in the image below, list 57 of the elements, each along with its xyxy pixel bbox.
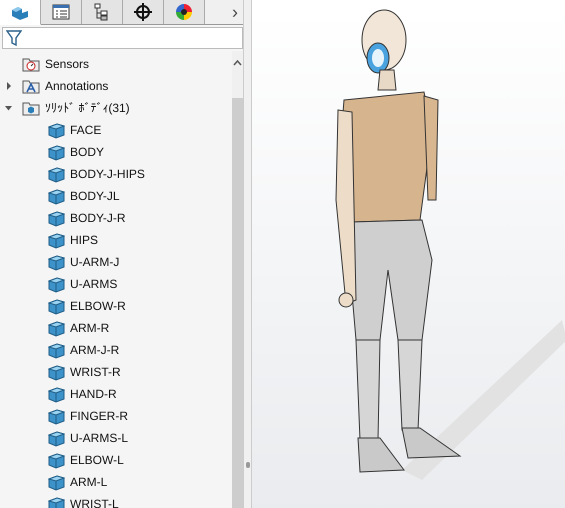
- tree-item[interactable]: ARM-L: [70, 475, 108, 489]
- tree-item[interactable]: ELBOW-R: [70, 299, 126, 313]
- tree-item[interactable]: BODY-JL: [70, 189, 120, 203]
- tree-item[interactable]: U-ARMS: [70, 277, 118, 291]
- tree-item[interactable]: BODY-J-HIPS: [70, 167, 145, 181]
- scrollbar[interactable]: [232, 51, 243, 508]
- panel-tab[interactable]: [41, 0, 82, 24]
- tree-item[interactable]: WRIST-L: [70, 497, 119, 508]
- filter-icon: [6, 29, 22, 47]
- appearance-ball-icon: [175, 3, 193, 21]
- solid-body-icon: [48, 210, 65, 226]
- tree-item[interactable]: ｿﾘｯﾄﾞ ﾎﾞﾃﾞｨ(31): [45, 101, 130, 115]
- expand-arrow-icon[interactable]: [5, 104, 13, 112]
- sensor-folder-icon: [22, 56, 40, 72]
- tree-item[interactable]: HAND-R: [70, 387, 117, 401]
- tree-item[interactable]: WRIST-R: [70, 365, 121, 379]
- solid-body-icon: [48, 496, 65, 508]
- tree-item[interactable]: HIPS: [70, 233, 98, 247]
- tree-item[interactable]: ARM-J-R: [70, 343, 120, 357]
- panel-tab[interactable]: [123, 0, 164, 24]
- tree-item[interactable]: Sensors: [45, 57, 90, 71]
- scroll-tabs-button[interactable]: ›: [227, 0, 243, 24]
- solid-body-icon: [48, 452, 65, 468]
- tree-item[interactable]: BODY-J-R: [70, 211, 126, 225]
- solid-body-icon: [48, 144, 65, 160]
- tree-item[interactable]: U-ARM-J: [70, 255, 120, 269]
- tree-item[interactable]: FACE: [70, 123, 102, 137]
- solid-body-icon: [48, 386, 65, 402]
- solid-body-icon: [48, 430, 65, 446]
- solid-body-icon: [48, 254, 65, 270]
- property-list-icon: [52, 4, 70, 20]
- configuration-tree-icon: [94, 3, 110, 21]
- solid-body-icon: [48, 320, 65, 336]
- panel-tab[interactable]: [164, 0, 205, 24]
- panel-tab[interactable]: [82, 0, 123, 24]
- expand-arrow-icon[interactable]: [5, 82, 13, 90]
- tree-item[interactable]: ARM-R: [70, 321, 110, 335]
- solid-body-icon: [48, 298, 65, 314]
- solid-body-icon: [48, 122, 65, 138]
- solid-body-icon: [48, 276, 65, 292]
- tree-item[interactable]: BODY: [70, 145, 104, 159]
- solid-body-icon: [48, 342, 65, 358]
- solid-body-icon: [48, 166, 65, 182]
- annotation-folder-icon: [22, 78, 40, 94]
- solid-body-icon: [48, 232, 65, 248]
- scroll-up-icon[interactable]: [233, 59, 242, 68]
- tree-item[interactable]: FINGER-R: [70, 409, 128, 423]
- solid-body-icon: [48, 408, 65, 424]
- tree-item[interactable]: U-ARMS-L: [70, 431, 128, 445]
- filter-field[interactable]: [2, 27, 243, 49]
- solid-bodies-folder-icon: [22, 100, 40, 116]
- tree-item[interactable]: Annotations: [45, 79, 108, 93]
- tree-item[interactable]: ELBOW-L: [70, 453, 124, 467]
- crosshair-icon: [134, 3, 152, 21]
- solid-body-icon: [48, 364, 65, 380]
- solid-body-icon: [48, 474, 65, 490]
- solid-body-icon: [48, 188, 65, 204]
